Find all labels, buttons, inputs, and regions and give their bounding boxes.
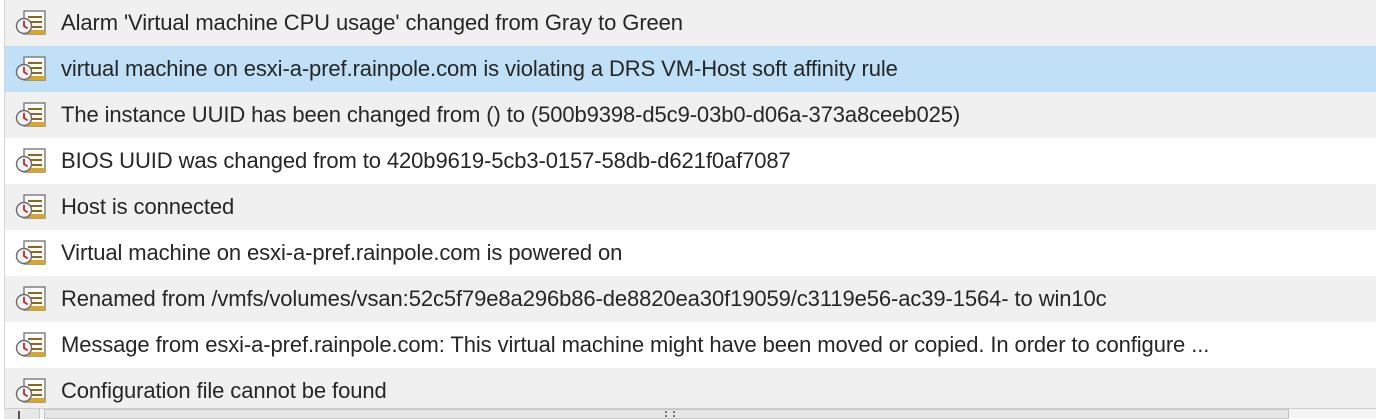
event-list[interactable]: Alarm 'Virtual machine CPU usage' change… [4,0,1376,408]
event-description: Virtual machine on esxi-a-pref.rainpole.… [61,240,623,265]
event-description: Message from esxi-a-pref.rainpole.com: T… [61,332,1210,357]
event-row[interactable]: Alarm 'Virtual machine CPU usage' change… [5,0,1376,46]
horizontal-scrollbar[interactable] [4,408,1376,419]
event-description: Alarm 'Virtual machine CPU usage' change… [61,10,683,35]
event-row[interactable]: Renamed from /vmfs/volumes/vsan:52c5f79e… [5,276,1376,322]
info-event-icon [15,8,47,38]
info-event-icon [15,192,47,222]
event-row[interactable]: The instance UUID has been changed from … [5,92,1376,138]
event-description: BIOS UUID was changed from to 420b9619-5… [61,148,791,173]
event-row[interactable]: BIOS UUID was changed from to 420b9619-5… [5,138,1376,184]
info-event-icon [15,376,47,406]
info-event-icon [15,330,47,360]
event-description: virtual machine on esxi-a-pref.rainpole.… [61,56,898,81]
info-event-icon [15,146,47,176]
event-row[interactable]: Configuration file cannot be found [5,368,1376,408]
event-row[interactable]: Host is connected [5,184,1376,230]
info-event-icon [15,284,47,314]
info-event-icon [15,238,47,268]
event-description: Configuration file cannot be found [61,378,387,403]
event-row[interactable]: Virtual machine on esxi-a-pref.rainpole.… [5,230,1376,276]
event-row-selected[interactable]: virtual machine on esxi-a-pref.rainpole.… [5,46,1376,92]
event-description: Host is connected [61,194,235,219]
event-row[interactable]: Message from esxi-a-pref.rainpole.com: T… [5,322,1376,368]
event-description: The instance UUID has been changed from … [61,102,961,127]
info-event-icon [15,54,47,84]
event-description: Renamed from /vmfs/volumes/vsan:52c5f79e… [61,286,1107,311]
info-event-icon [15,100,47,130]
